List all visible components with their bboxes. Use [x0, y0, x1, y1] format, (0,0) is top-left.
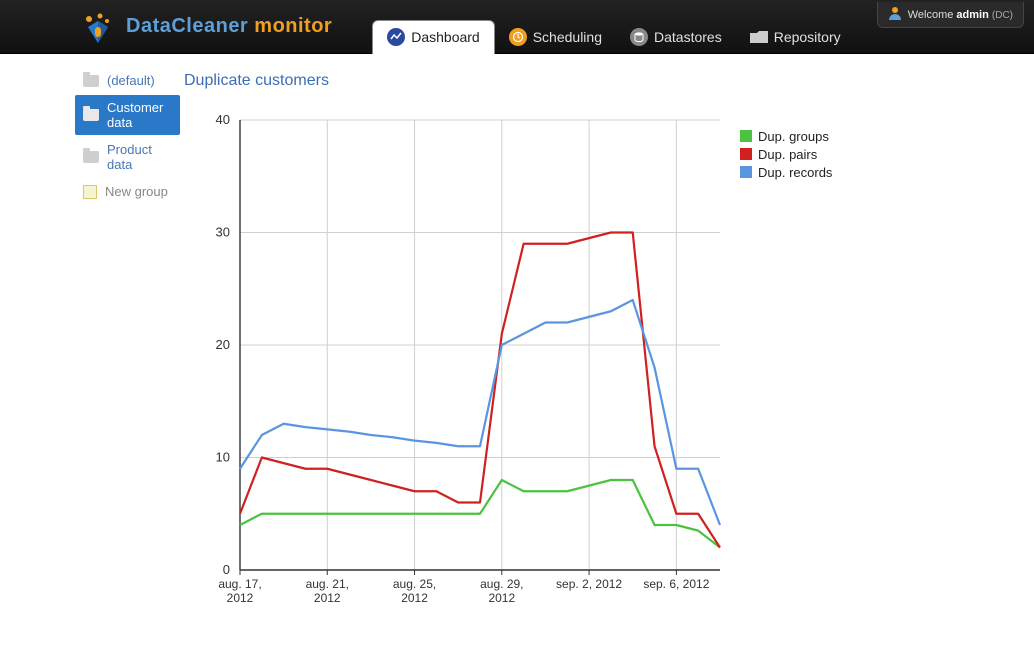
- nav-repository[interactable]: Repository: [736, 20, 855, 54]
- nav-datastores[interactable]: Datastores: [616, 20, 736, 54]
- database-icon: [630, 28, 648, 46]
- folder-icon: [83, 109, 99, 121]
- app-logo[interactable]: DataCleaner monitor: [80, 11, 332, 43]
- svg-text:aug. 25,: aug. 25,: [393, 577, 436, 591]
- content: Duplicate customers 010203040aug. 17,201…: [180, 62, 1034, 645]
- svg-text:2012: 2012: [401, 591, 428, 605]
- svg-text:2012: 2012: [227, 591, 254, 605]
- svg-text:sep. 2, 2012: sep. 2, 2012: [556, 577, 622, 591]
- svg-text:aug. 29,: aug. 29,: [480, 577, 523, 591]
- svg-text:Dup. pairs: Dup. pairs: [758, 147, 818, 162]
- nav-dashboard[interactable]: Dashboard: [372, 20, 495, 54]
- sidebar: (default) Customer data Product data New…: [0, 62, 180, 645]
- sidebar-item-product-data[interactable]: Product data: [75, 137, 180, 177]
- logo-icon: [80, 11, 112, 43]
- chart-title: Duplicate customers: [184, 72, 1022, 90]
- svg-text:2012: 2012: [314, 591, 341, 605]
- clock-icon: [509, 28, 527, 46]
- svg-text:30: 30: [216, 225, 230, 240]
- svg-text:10: 10: [216, 450, 230, 465]
- svg-text:2012: 2012: [488, 591, 515, 605]
- svg-text:aug. 17,: aug. 17,: [218, 577, 261, 591]
- svg-text:Dup. records: Dup. records: [758, 165, 833, 180]
- note-icon: [83, 185, 97, 199]
- svg-text:aug. 21,: aug. 21,: [306, 577, 349, 591]
- chart[interactable]: 010203040aug. 17,2012aug. 21,2012aug. 25…: [180, 100, 900, 633]
- chart-icon: [387, 28, 405, 46]
- sidebar-new-group[interactable]: New group: [75, 179, 180, 204]
- folder-nav-icon: [750, 28, 768, 46]
- topbar: Welcome admin (DC) DataCleaner monitor D…: [0, 0, 1034, 54]
- main-nav: Dashboard Scheduling Datastores Reposito…: [372, 0, 854, 54]
- svg-text:40: 40: [216, 112, 230, 127]
- folder-icon: [83, 151, 99, 163]
- svg-text:sep. 6, 2012: sep. 6, 2012: [643, 577, 709, 591]
- folder-icon: [83, 75, 99, 87]
- sidebar-item-customer-data[interactable]: Customer data: [75, 95, 180, 135]
- svg-text:20: 20: [216, 337, 230, 352]
- sidebar-item-default[interactable]: (default): [75, 68, 180, 93]
- svg-text:Dup. groups: Dup. groups: [758, 129, 829, 144]
- user-icon: [888, 6, 902, 23]
- user-welcome[interactable]: Welcome admin (DC): [877, 2, 1024, 28]
- app-name: DataCleaner monitor: [126, 15, 332, 38]
- nav-scheduling[interactable]: Scheduling: [495, 20, 616, 54]
- svg-text:0: 0: [223, 562, 230, 577]
